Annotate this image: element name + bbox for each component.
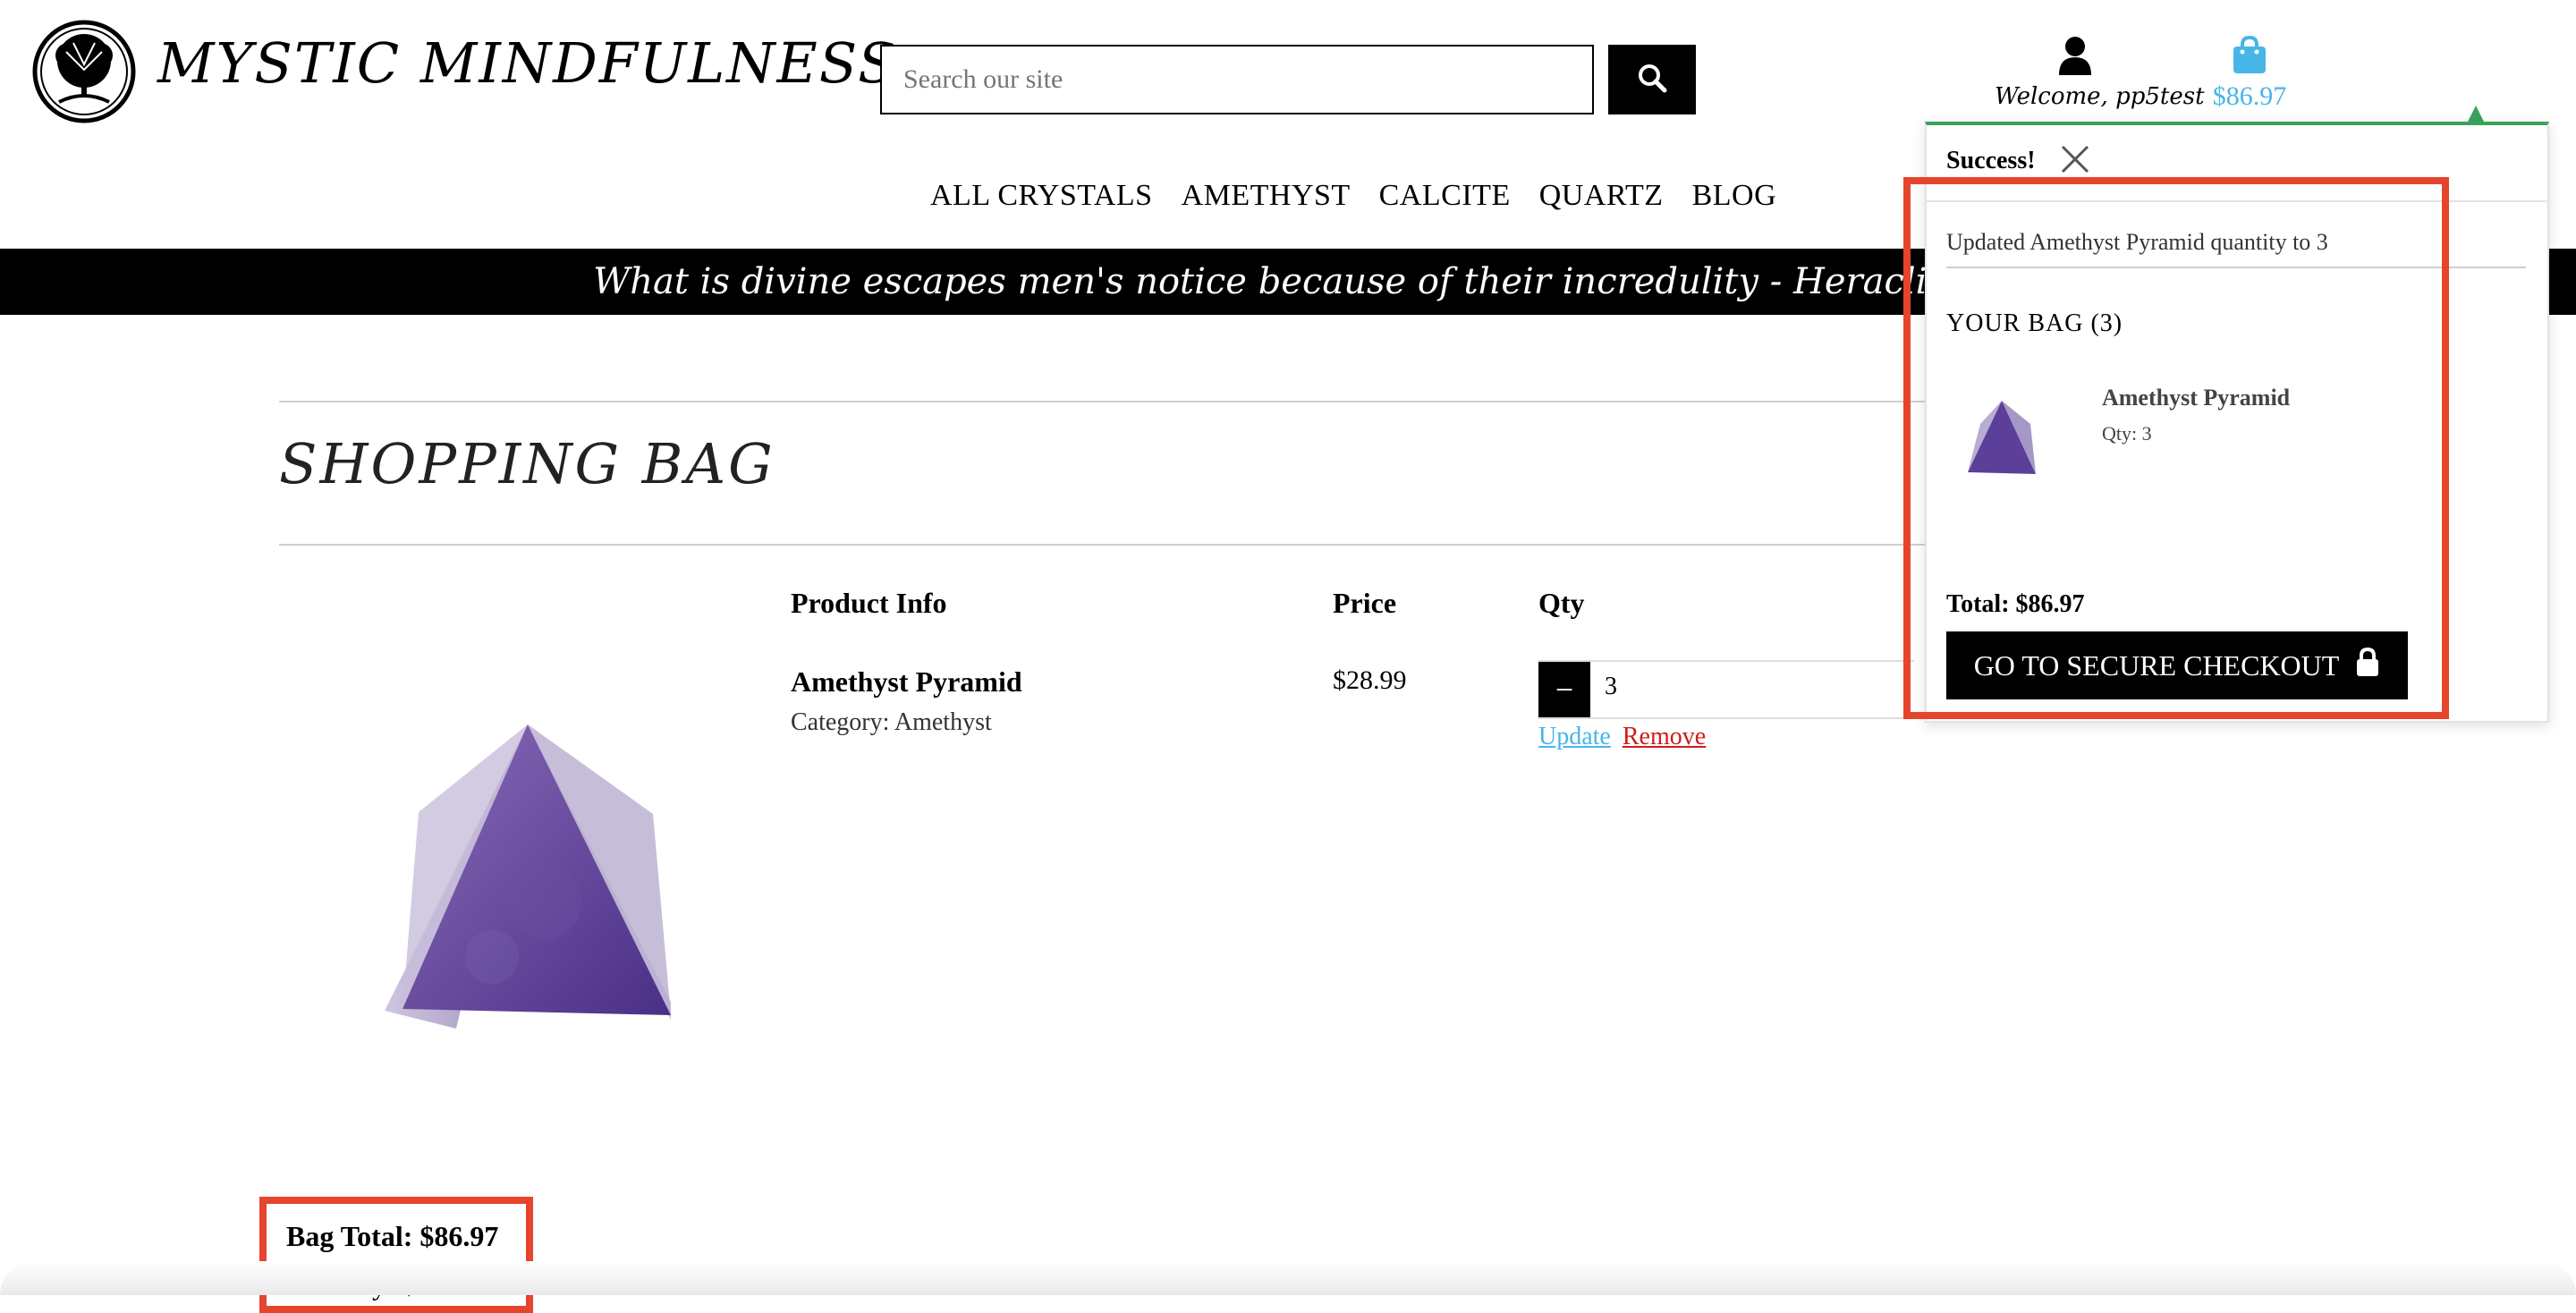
close-icon[interactable] bbox=[2059, 143, 2091, 175]
bag-link[interactable]: $86.97 bbox=[2182, 35, 2317, 112]
search-icon bbox=[1637, 63, 1667, 97]
brand-name[interactable]: MYSTIC MINDFULNESS bbox=[157, 30, 898, 96]
logo-tree-icon[interactable] bbox=[32, 20, 136, 123]
popup-title: Success! bbox=[1946, 147, 2036, 174]
page-title: SHOPPING BAG bbox=[279, 431, 775, 496]
column-header-product-info: Product Info bbox=[791, 587, 947, 619]
nav-item-blog[interactable]: BLOG bbox=[1692, 179, 1777, 213]
nav-item-amethyst[interactable]: AMETHYST bbox=[1182, 179, 1351, 213]
popup-arrow bbox=[2467, 106, 2485, 123]
column-header-qty: Qty bbox=[1538, 587, 1585, 619]
product-category: Category: Amethyst bbox=[791, 708, 992, 736]
shopping-bag-icon bbox=[2232, 35, 2267, 77]
search-bar bbox=[880, 45, 1696, 114]
remove-link[interactable]: Remove bbox=[1623, 723, 1706, 750]
decrement-button[interactable]: − bbox=[1538, 662, 1590, 717]
product-price: $28.99 bbox=[1333, 665, 1407, 695]
column-header-price: Price bbox=[1333, 587, 1397, 619]
nav-item-quartz[interactable]: QUARTZ bbox=[1539, 179, 1664, 213]
user-icon bbox=[2057, 37, 2093, 79]
bag-amount: $86.97 bbox=[2212, 81, 2287, 111]
main-nav: ALL CRYSTALS AMETHYST CALCITE QUARTZ BLO… bbox=[930, 179, 1776, 213]
bag-total: Bag Total: $86.97 bbox=[286, 1220, 499, 1252]
nav-item-calcite[interactable]: CALCITE bbox=[1379, 179, 1511, 213]
product-image bbox=[367, 707, 689, 1064]
search-input[interactable] bbox=[880, 45, 1594, 114]
quantity-actions: Update Remove bbox=[1538, 723, 1706, 751]
highlight-box bbox=[1903, 177, 2449, 719]
product-name: Amethyst Pyramid bbox=[791, 665, 1022, 698]
quantity-stepper: − 3 bbox=[1538, 660, 1914, 719]
update-link[interactable]: Update bbox=[1538, 723, 1611, 750]
quote-text: What is divine escapes men's notice beca… bbox=[593, 261, 1983, 302]
account-label: Welcome, pp5test bbox=[1995, 83, 2205, 110]
nav-item-all-crystals[interactable]: ALL CRYSTALS bbox=[930, 179, 1153, 213]
window-bottom-edge bbox=[0, 1261, 2576, 1295]
search-button[interactable] bbox=[1608, 45, 1696, 114]
quantity-input[interactable]: 3 bbox=[1605, 673, 1617, 701]
account-link[interactable]: Welcome, pp5test bbox=[1995, 36, 2205, 110]
